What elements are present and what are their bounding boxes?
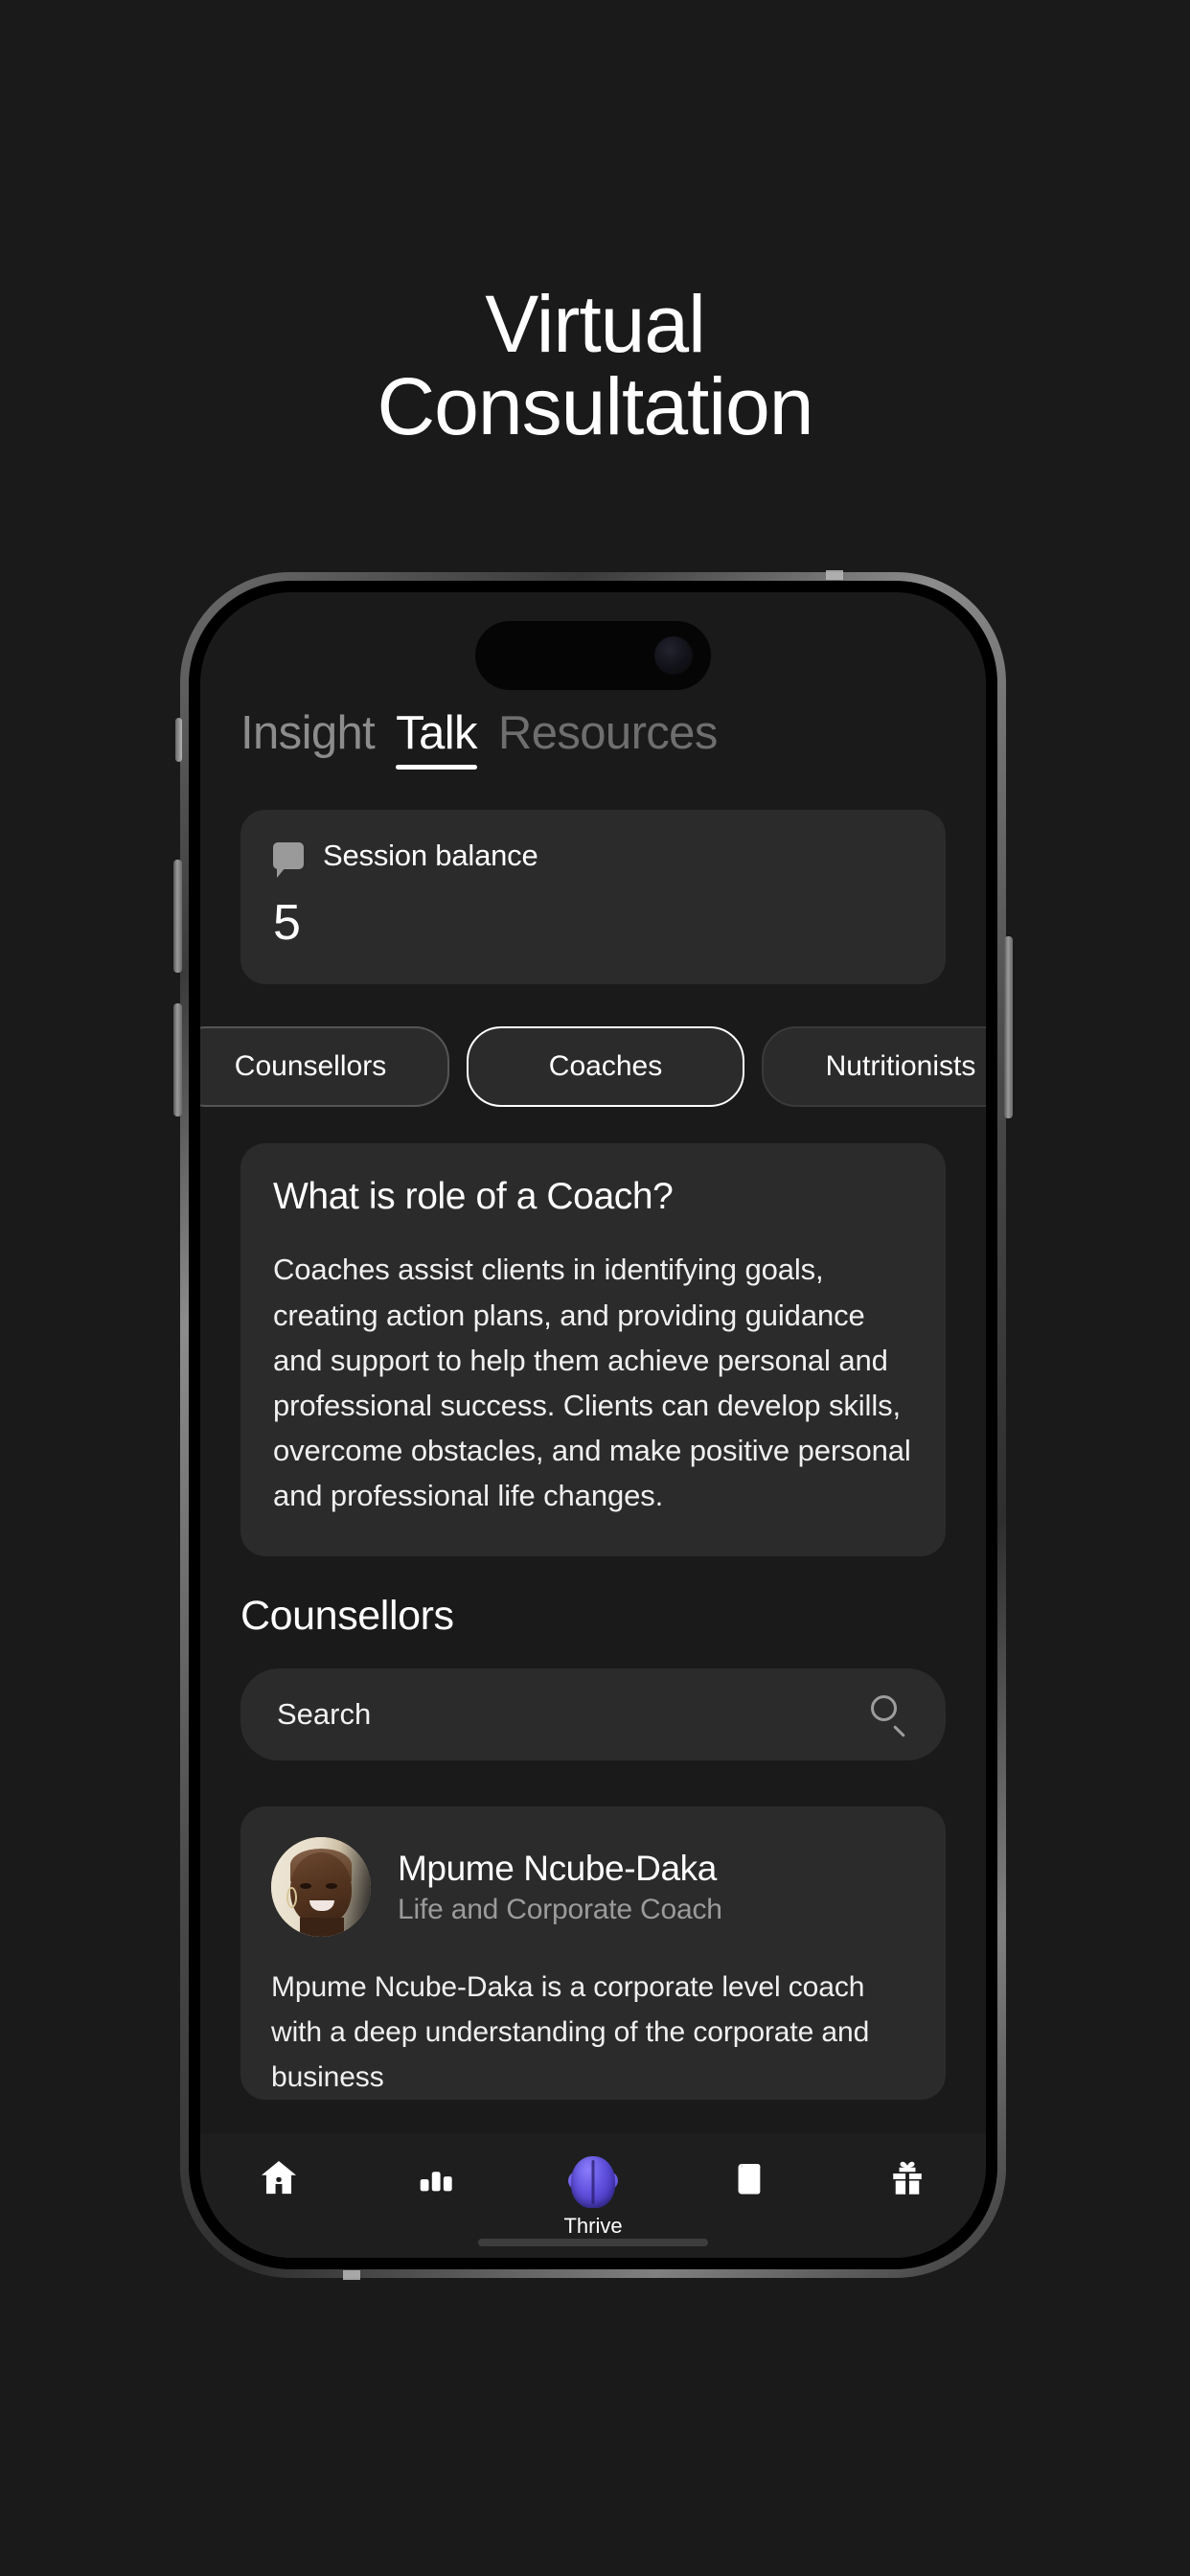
tab-insight[interactable]: Insight (240, 708, 376, 770)
dynamic-island (475, 621, 711, 690)
role-info-title: What is role of a Coach? (273, 1176, 674, 1218)
search-input[interactable]: Search (240, 1668, 946, 1761)
phone-volume-down-button[interactable] (173, 1003, 182, 1116)
counsellor-card-header: Mpume Ncube-Daka Life and Corporate Coac… (271, 1837, 915, 1938)
search-placeholder: Search (277, 1697, 372, 1732)
session-balance-label: Session balance (323, 839, 538, 873)
phone-power-button[interactable] (1004, 936, 1013, 1118)
phone-antenna-line-bottom (343, 2270, 360, 2280)
page-title-line-2: Consultation (377, 360, 814, 451)
chip-counsellors[interactable]: Counsellors (200, 1026, 449, 1108)
book-icon (738, 2164, 761, 2195)
page-title: Virtual Consultation (0, 279, 1190, 451)
nav-item-thrive[interactable]: Thrive (515, 2156, 672, 2239)
tab-talk[interactable]: Talk (396, 708, 478, 770)
page-root: Virtual Consultation Insight Talk Resour… (0, 0, 1190, 2576)
nav-item-home[interactable] (200, 2156, 357, 2200)
section-heading-counsellors: Counsellors (240, 1593, 454, 1640)
session-balance-header: Session balance (273, 839, 913, 879)
home-icon (261, 2160, 297, 2195)
phone-mute-switch[interactable] (175, 718, 182, 762)
front-camera-icon (654, 636, 693, 675)
nav-item-insights[interactable] (357, 2156, 515, 2200)
chat-bubble-icon (273, 842, 304, 879)
session-balance-value: 5 (273, 895, 301, 952)
gift-icon (893, 2161, 922, 2195)
phone-bezel: Insight Talk Resources Session balance 5 (189, 581, 997, 2269)
tab-resources[interactable]: Resources (498, 708, 718, 770)
search-icon[interactable] (871, 1695, 909, 1737)
counsellor-identity: Mpume Ncube-Daka Life and Corporate Coac… (398, 1848, 722, 1926)
phone-screen: Insight Talk Resources Session balance 5 (200, 592, 986, 2258)
role-info-body: Coaches assist clients in identifying go… (273, 1253, 911, 1512)
chip-nutritionists[interactable]: Nutritionists (762, 1026, 986, 1108)
counsellor-bio: Mpume Ncube-Daka is a corporate level co… (271, 1971, 870, 2093)
nav-item-library[interactable] (672, 2156, 829, 2200)
page-title-line-1: Virtual (485, 279, 706, 369)
avatar (271, 1837, 371, 1938)
bar-chart-icon (420, 2172, 452, 2192)
app-content: Insight Talk Resources Session balance 5 (200, 592, 986, 2258)
phone-volume-up-button[interactable] (173, 860, 182, 973)
thrive-brain-icon (568, 2156, 618, 2208)
session-balance-card[interactable]: Session balance 5 (240, 810, 946, 985)
nav-item-thrive-label: Thrive (563, 2214, 623, 2238)
counsellor-card[interactable]: Mpume Ncube-Daka Life and Corporate Coac… (240, 1806, 946, 2101)
phone-mockup-frame: Insight Talk Resources Session balance 5 (173, 570, 1013, 2280)
role-info-card: What is role of a Coach? Coaches assist … (240, 1143, 946, 1557)
counsellor-role: Life and Corporate Coach (398, 1894, 722, 1926)
category-chips: Counsellors Coaches Nutritionists (200, 1026, 986, 1108)
top-tabs: Insight Talk Resources (200, 708, 986, 770)
nav-item-rewards[interactable] (829, 2156, 986, 2200)
chip-coaches[interactable]: Coaches (467, 1026, 744, 1108)
phone-antenna-line-top (826, 570, 843, 580)
home-indicator (478, 2239, 708, 2246)
counsellor-name: Mpume Ncube-Daka (398, 1848, 717, 1888)
